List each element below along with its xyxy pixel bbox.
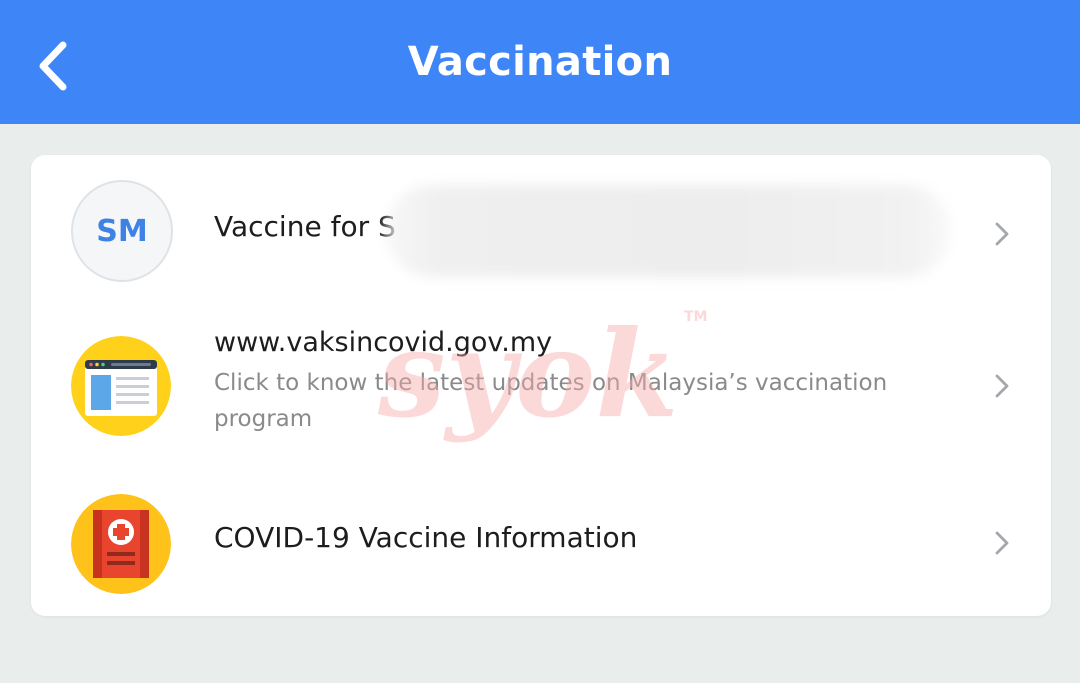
chevron-right-icon (995, 531, 1009, 555)
avatar: SM (71, 180, 173, 282)
website-description: Click to know the latest updates on Mala… (214, 370, 888, 432)
vaccine-certificate-item[interactable]: SM Vaccine for S (31, 175, 1051, 295)
app-header: Vaccination (0, 0, 1080, 124)
vaccine-information-title: COVID-19 Vaccine Information (214, 521, 638, 554)
vaccination-menu-card: SM Vaccine for S www.vaksincovid.gov.my … (31, 155, 1051, 616)
vaccine-certificate-title: Vaccine for S (214, 210, 396, 243)
vaksincovid-website-item[interactable]: www.vaksincovid.gov.my Click to know the… (31, 327, 1051, 447)
page-title: Vaccination (407, 39, 673, 85)
medical-book-icon (71, 494, 171, 594)
website-url-title: www.vaksincovid.gov.my (214, 327, 553, 358)
chevron-right-icon (995, 222, 1009, 246)
redacted-name-blur (386, 185, 951, 277)
covid-vaccine-info-item[interactable]: COVID-19 Vaccine Information (31, 490, 1051, 602)
browser-window-icon (71, 336, 171, 436)
chevron-right-icon (995, 374, 1009, 398)
